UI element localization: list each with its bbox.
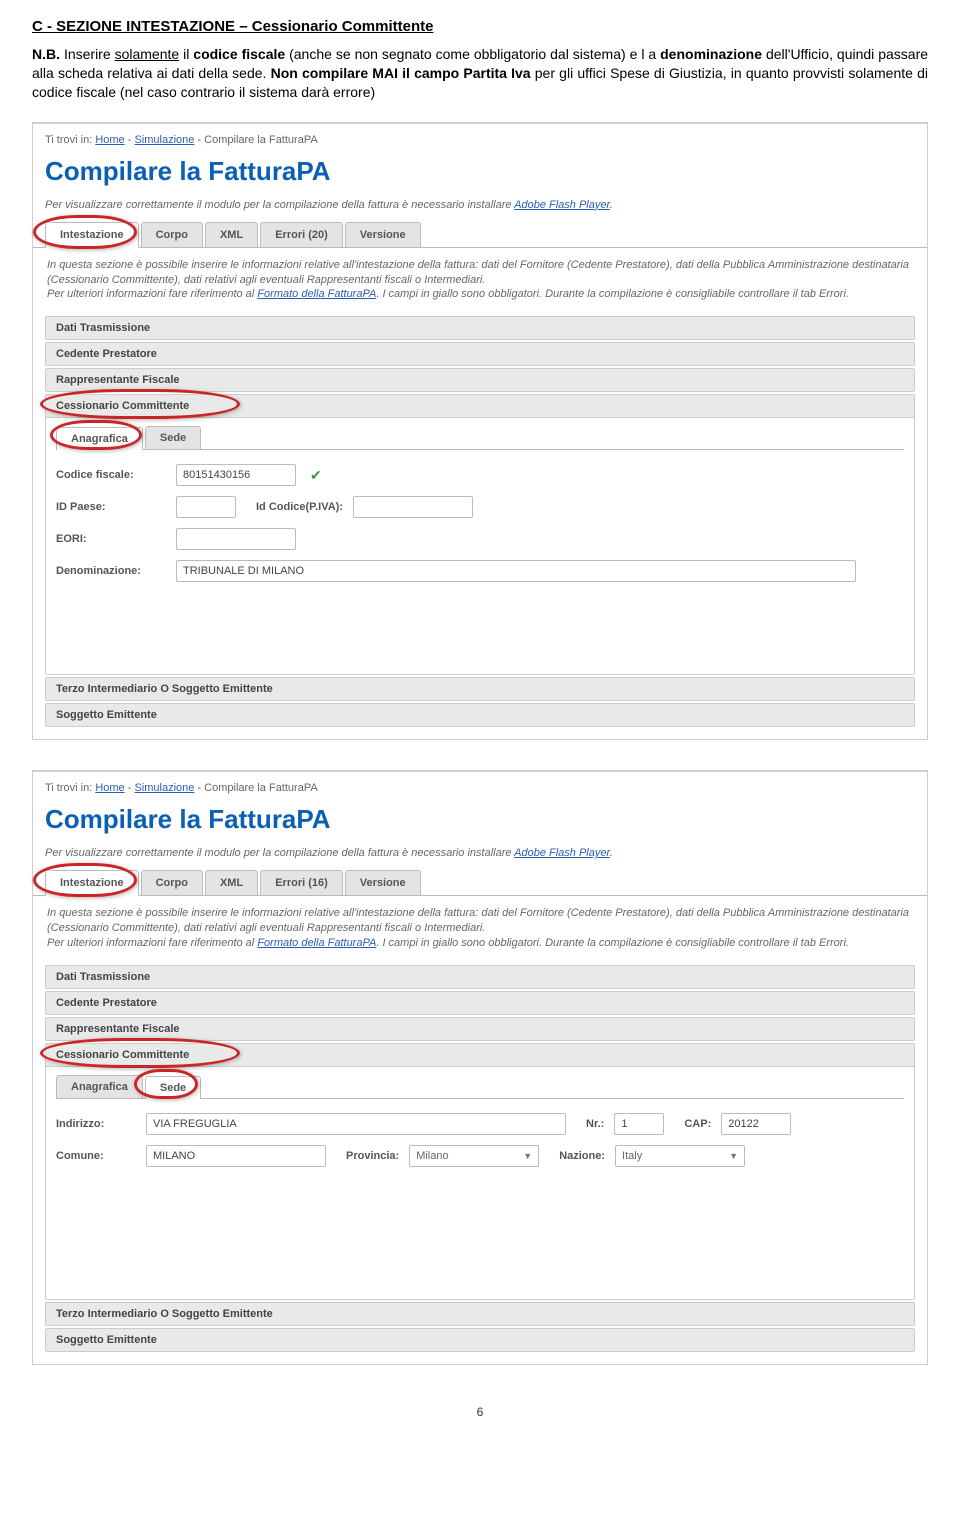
acc-cessionario-committente[interactable]: Cessionario Committente Anagrafica Sede … [45,1043,915,1300]
input-eori[interactable] [176,528,296,550]
subtab-anagrafica[interactable]: Anagrafica [56,427,143,450]
intestazione-desc: In questa sezione è possibile inserire l… [33,896,927,965]
flash-info: Per visualizzare correttamente il modulo… [33,199,927,221]
label-idpaese: ID Paese: [56,501,166,513]
label-nr: Nr.: [586,1118,604,1130]
formato-link[interactable]: Formato della FatturaPA [257,288,376,300]
breadcrumb: Ti trovi in: Home - Simulazione - Compil… [33,124,927,152]
tab-corpo[interactable]: Corpo [141,222,203,247]
acc-terzo-intermediario[interactable]: Terzo Intermediario O Soggetto Emittente [45,677,915,701]
check-icon: ✔ [310,467,322,484]
input-cap[interactable] [721,1113,791,1135]
breadcrumb-home[interactable]: Home [95,782,124,794]
select-naz[interactable]: Italy ▼ [615,1145,745,1167]
input-denom[interactable] [176,560,856,582]
acc-dati-trasmissione[interactable]: Dati Trasmissione [45,965,915,989]
page-title: Compilare la FatturaPA [33,800,927,847]
label-indirizzo: Indirizzo: [56,1118,136,1130]
input-idpaese[interactable] [176,496,236,518]
subtab-sede[interactable]: Sede [145,1076,201,1099]
tab-versione[interactable]: Versione [345,222,421,247]
intestazione-desc: In questa sezione è possibile inserire l… [33,248,927,317]
label-idcod: Id Codice(P.IVA): [256,501,343,513]
acc-soggetto-emittente[interactable]: Soggetto Emittente [45,1328,915,1352]
breadcrumb-home[interactable]: Home [95,134,124,146]
tab-corpo[interactable]: Corpo [141,870,203,895]
breadcrumb-simulazione[interactable]: Simulazione [134,782,194,794]
subtab-anagrafica[interactable]: Anagrafica [56,1075,143,1098]
subtab-sede[interactable]: Sede [145,426,201,449]
formato-link[interactable]: Formato della FatturaPA [257,937,376,949]
acc-terzo-intermediario[interactable]: Terzo Intermediario O Soggetto Emittente [45,1302,915,1326]
tab-errori[interactable]: Errori (20) [260,222,343,247]
label-codfisc: Codice fiscale: [56,469,166,481]
acc-rappresentante-fiscale[interactable]: Rappresentante Fiscale [45,1017,915,1041]
breadcrumb: Ti trovi in: Home - Simulazione - Compil… [33,772,927,800]
doc-title: C - SEZIONE INTESTAZIONE – Cessionario C… [32,18,928,35]
acc-soggetto-emittente[interactable]: Soggetto Emittente [45,703,915,727]
input-indirizzo[interactable] [146,1113,566,1135]
acc-cedente-prestatore[interactable]: Cedente Prestatore [45,342,915,366]
tab-intestazione[interactable]: Intestazione [45,870,139,896]
subtabs: Anagrafica Sede [56,426,904,450]
flash-link[interactable]: Adobe Flash Player [514,199,610,211]
screenshot-1: Ti trovi in: Home - Simulazione - Compil… [32,122,928,741]
tab-intestazione[interactable]: Intestazione [45,222,139,248]
chevron-down-icon: ▼ [729,1151,738,1161]
flash-link[interactable]: Adobe Flash Player [514,847,610,859]
select-prov[interactable]: Milano ▼ [409,1145,539,1167]
flash-info: Per visualizzare correttamente il modulo… [33,847,927,869]
input-codfisc[interactable] [176,464,296,486]
nb-bold: N.B. [32,46,60,62]
label-naz: Nazione: [559,1150,605,1162]
tab-versione[interactable]: Versione [345,870,421,895]
cessionario-body: Anagrafica Sede Indirizzo: Nr.: CAP: Com… [46,1066,914,1299]
label-eori: EORI: [56,533,166,545]
acc-dati-trasmissione[interactable]: Dati Trasmissione [45,316,915,340]
breadcrumb-simulazione[interactable]: Simulazione [134,134,194,146]
input-idcod[interactable] [353,496,473,518]
acc-cedente-prestatore[interactable]: Cedente Prestatore [45,991,915,1015]
tab-xml[interactable]: XML [205,870,258,895]
input-nr[interactable] [614,1113,664,1135]
main-tabs: Intestazione Corpo XML Errori (20) Versi… [33,221,927,248]
tab-xml[interactable]: XML [205,222,258,247]
tab-errori[interactable]: Errori (16) [260,870,343,895]
acc-cessionario-committente[interactable]: Cessionario Committente Anagrafica Sede … [45,394,915,675]
cessionario-body: Anagrafica Sede Codice fiscale: ✔ ID Pae… [46,417,914,674]
label-prov: Provincia: [346,1150,399,1162]
doc-paragraph: N.B. Inserire solamente il codice fiscal… [32,45,928,102]
main-tabs: Intestazione Corpo XML Errori (16) Versi… [33,869,927,896]
input-comune[interactable] [146,1145,326,1167]
label-denom: Denominazione: [56,565,166,577]
acc-rappresentante-fiscale[interactable]: Rappresentante Fiscale [45,368,915,392]
label-cap: CAP: [684,1118,711,1130]
screenshot-2: Ti trovi in: Home - Simulazione - Compil… [32,770,928,1365]
subtabs: Anagrafica Sede [56,1075,904,1099]
page-number: 6 [32,1405,928,1419]
page-title: Compilare la FatturaPA [33,152,927,199]
chevron-down-icon: ▼ [523,1151,532,1161]
label-comune: Comune: [56,1150,136,1162]
